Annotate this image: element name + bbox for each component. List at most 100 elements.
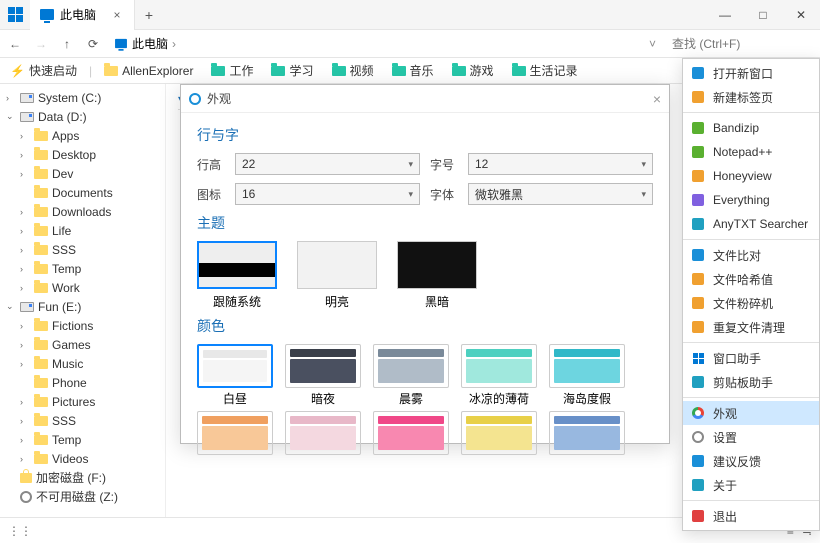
menu-item[interactable]: 新建标签页	[683, 85, 819, 109]
search-input[interactable]	[666, 34, 816, 54]
tree-item[interactable]: ›Apps	[0, 126, 165, 145]
tree-item[interactable]: ›System (C:)	[0, 88, 165, 107]
nav-refresh[interactable]: ⟳	[82, 33, 104, 55]
menu-item[interactable]: Bandizip	[683, 116, 819, 140]
window-maximize[interactable]: □	[744, 0, 782, 30]
tree-label: Desktop	[52, 148, 96, 162]
font-size-select[interactable]: 12▾	[468, 153, 653, 175]
tree-item[interactable]: ›Fictions	[0, 316, 165, 335]
color-option[interactable]: 冰凉的薄荷	[461, 344, 537, 407]
menu-item[interactable]: 文件比对	[683, 243, 819, 267]
menu-item[interactable]: 设置	[683, 425, 819, 449]
theme-option[interactable]: 明亮	[297, 241, 377, 310]
tree-arrow-icon: ›	[20, 416, 30, 426]
font-family-select[interactable]: 微软雅黑▾	[468, 183, 653, 205]
nav-dropdown[interactable]: ˅	[643, 37, 662, 51]
menu-item-label: 退出	[713, 508, 737, 525]
color-option[interactable]	[461, 411, 537, 457]
quick-launch[interactable]: ⚡ 快速启动	[6, 62, 81, 79]
tree-item[interactable]: ›Videos	[0, 449, 165, 468]
tab-add-button[interactable]: +	[135, 7, 163, 23]
tree-item[interactable]: ›Games	[0, 335, 165, 354]
window-close[interactable]: ✕	[782, 0, 820, 30]
breadcrumb[interactable]: 此电脑 ›	[108, 35, 182, 52]
folder-tree: ›System (C:)⌄Data (D:)›Apps›Desktop›DevD…	[0, 84, 166, 517]
menu-item-icon	[691, 454, 705, 468]
icon-size-select[interactable]: 16▾	[235, 183, 420, 205]
tree-label: Data (D:)	[38, 110, 87, 124]
color-option[interactable]	[197, 411, 273, 457]
color-option[interactable]: 海岛度假	[549, 344, 625, 407]
tree-item[interactable]: Documents	[0, 183, 165, 202]
menu-item[interactable]: Notepad++	[683, 140, 819, 164]
color-thumb	[549, 344, 625, 388]
toolbar-folder[interactable]: 视频	[328, 62, 378, 79]
tree-item[interactable]: ⌄Fun (E:)	[0, 297, 165, 316]
menu-item-icon	[691, 296, 705, 310]
theme-option[interactable]: 黑暗	[397, 241, 477, 310]
nav-forward[interactable]: →	[30, 33, 52, 55]
menu-item[interactable]: 重复文件清理	[683, 315, 819, 339]
color-option[interactable]: 白昼	[197, 344, 273, 407]
menu-item[interactable]: 外观	[683, 401, 819, 425]
folder-icon	[34, 321, 48, 331]
row-height-label: 行高	[197, 156, 225, 173]
tree-item[interactable]: ›SSS	[0, 411, 165, 430]
color-option[interactable]: 暗夜	[285, 344, 361, 407]
status-icon[interactable]: ⋮⋮	[8, 524, 32, 538]
theme-option[interactable]: 跟随系统	[197, 241, 277, 310]
tree-arrow-icon: ›	[20, 454, 30, 464]
tree-item[interactable]: ›Temp	[0, 259, 165, 278]
tree-item[interactable]: ›Dev	[0, 164, 165, 183]
toolbar-folder[interactable]: 生活记录	[508, 62, 582, 79]
nav-back[interactable]: ←	[4, 33, 26, 55]
menu-item[interactable]: 剪贴板助手	[683, 370, 819, 394]
nav-up[interactable]: ↑	[56, 33, 78, 55]
tree-item[interactable]: ›Work	[0, 278, 165, 297]
menu-item[interactable]: 文件哈希值	[683, 267, 819, 291]
color-option[interactable]	[373, 411, 449, 457]
toolbar-folder[interactable]: 音乐	[388, 62, 438, 79]
menu-item[interactable]: 打开新窗口	[683, 61, 819, 85]
window-minimize[interactable]: —	[706, 0, 744, 30]
tree-item[interactable]: ›Life	[0, 221, 165, 240]
tree-label: Fictions	[52, 319, 93, 333]
menu-item[interactable]: 关于	[683, 473, 819, 497]
tree-label: Pictures	[52, 395, 95, 409]
menu-item[interactable]: Everything	[683, 188, 819, 212]
menu-item[interactable]: Honeyview	[683, 164, 819, 188]
toolbar-folder[interactable]: 学习	[267, 62, 317, 79]
tree-label: Fun (E:)	[38, 300, 81, 314]
windows-logo[interactable]	[0, 0, 30, 30]
toolbar-label: 学习	[289, 62, 313, 79]
color-option[interactable]	[285, 411, 361, 457]
tree-item[interactable]: 不可用磁盘 (Z:)	[0, 487, 165, 506]
menu-item[interactable]: 窗口助手	[683, 346, 819, 370]
toolbar-label: 游戏	[470, 62, 494, 79]
menu-item-icon	[691, 145, 705, 159]
menu-item-icon	[691, 351, 705, 365]
tab-this-pc[interactable]: 此电脑 ×	[30, 0, 135, 30]
toolbar-folder[interactable]: 游戏	[448, 62, 498, 79]
tab-close-icon[interactable]: ×	[110, 8, 124, 22]
dialog-close[interactable]: ×	[653, 91, 661, 107]
color-thumb	[461, 344, 537, 388]
menu-item[interactable]: AnyTXT Searcher	[683, 212, 819, 236]
color-option[interactable]	[549, 411, 625, 457]
row-height-select[interactable]: 22▾	[235, 153, 420, 175]
tree-item[interactable]: ›Pictures	[0, 392, 165, 411]
tree-item[interactable]: Phone	[0, 373, 165, 392]
tree-item[interactable]: ›SSS	[0, 240, 165, 259]
color-option[interactable]: 晨雾	[373, 344, 449, 407]
menu-item[interactable]: 文件粉碎机	[683, 291, 819, 315]
tree-item[interactable]: ›Temp	[0, 430, 165, 449]
tree-item[interactable]: 加密磁盘 (F:)	[0, 468, 165, 487]
toolbar-folder[interactable]: AllenExplorer	[100, 62, 197, 79]
tree-item[interactable]: ›Desktop	[0, 145, 165, 164]
tree-item[interactable]: ›Downloads	[0, 202, 165, 221]
tree-item[interactable]: ›Music	[0, 354, 165, 373]
toolbar-folder[interactable]: 工作	[207, 62, 257, 79]
menu-item[interactable]: 退出	[683, 504, 819, 528]
menu-item[interactable]: 建议反馈	[683, 449, 819, 473]
tree-item[interactable]: ⌄Data (D:)	[0, 107, 165, 126]
